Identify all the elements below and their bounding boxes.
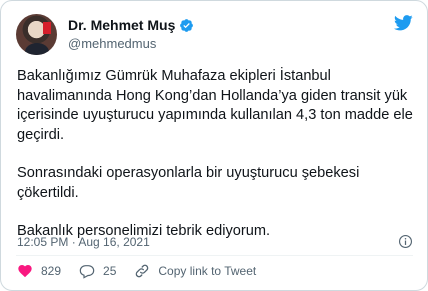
reply-bubble-icon	[79, 265, 95, 279]
flag-decoration	[43, 22, 51, 34]
like-button[interactable]: 829	[17, 263, 61, 279]
like-count: 829	[41, 264, 62, 278]
info-icon[interactable]	[398, 234, 413, 249]
share-label: Copy link to Tweet	[158, 264, 257, 278]
timestamp-row: 12:05 PM · Aug 16, 2021	[17, 234, 150, 250]
name-line: Dr. Mehmet Muş	[68, 16, 194, 34]
avatar[interactable]	[16, 14, 57, 55]
display-name[interactable]: Dr. Mehmet Muş	[68, 17, 175, 33]
handle[interactable]: @mehmedmus	[68, 36, 194, 51]
suit-decoration	[25, 43, 49, 55]
tweet-paragraph: Sonrasındaki operasyonlarla bir uyuşturu…	[17, 165, 360, 201]
verified-badge-icon	[180, 18, 194, 32]
action-bar: 829 25 Copy link to Tweet	[17, 262, 274, 280]
twitter-bird-icon[interactable]	[394, 15, 413, 31]
link-icon	[136, 264, 149, 278]
share-link-button[interactable]: Copy link to Tweet	[134, 263, 256, 279]
author-block[interactable]: Dr. Mehmet Muş @mehmedmus	[68, 16, 194, 51]
reply-button[interactable]: 25	[79, 263, 116, 279]
tweet-header: Dr. Mehmet Muş @mehmedmus	[16, 13, 413, 57]
reply-count: 25	[103, 264, 117, 278]
divider	[16, 255, 413, 256]
tweet-card[interactable]: Dr. Mehmet Muş @mehmedmus Bakanlığımız G…	[0, 0, 428, 291]
heart-icon	[18, 265, 32, 278]
tweet-paragraph: Bakanlığımız Gümrük Muhafaza ekipleri İs…	[17, 68, 413, 143]
tweet-text: Bakanlığımız Gümrük Muhafaza ekipleri İs…	[17, 67, 413, 261]
timestamp[interactable]: 12:05 PM · Aug 16, 2021	[17, 235, 150, 249]
